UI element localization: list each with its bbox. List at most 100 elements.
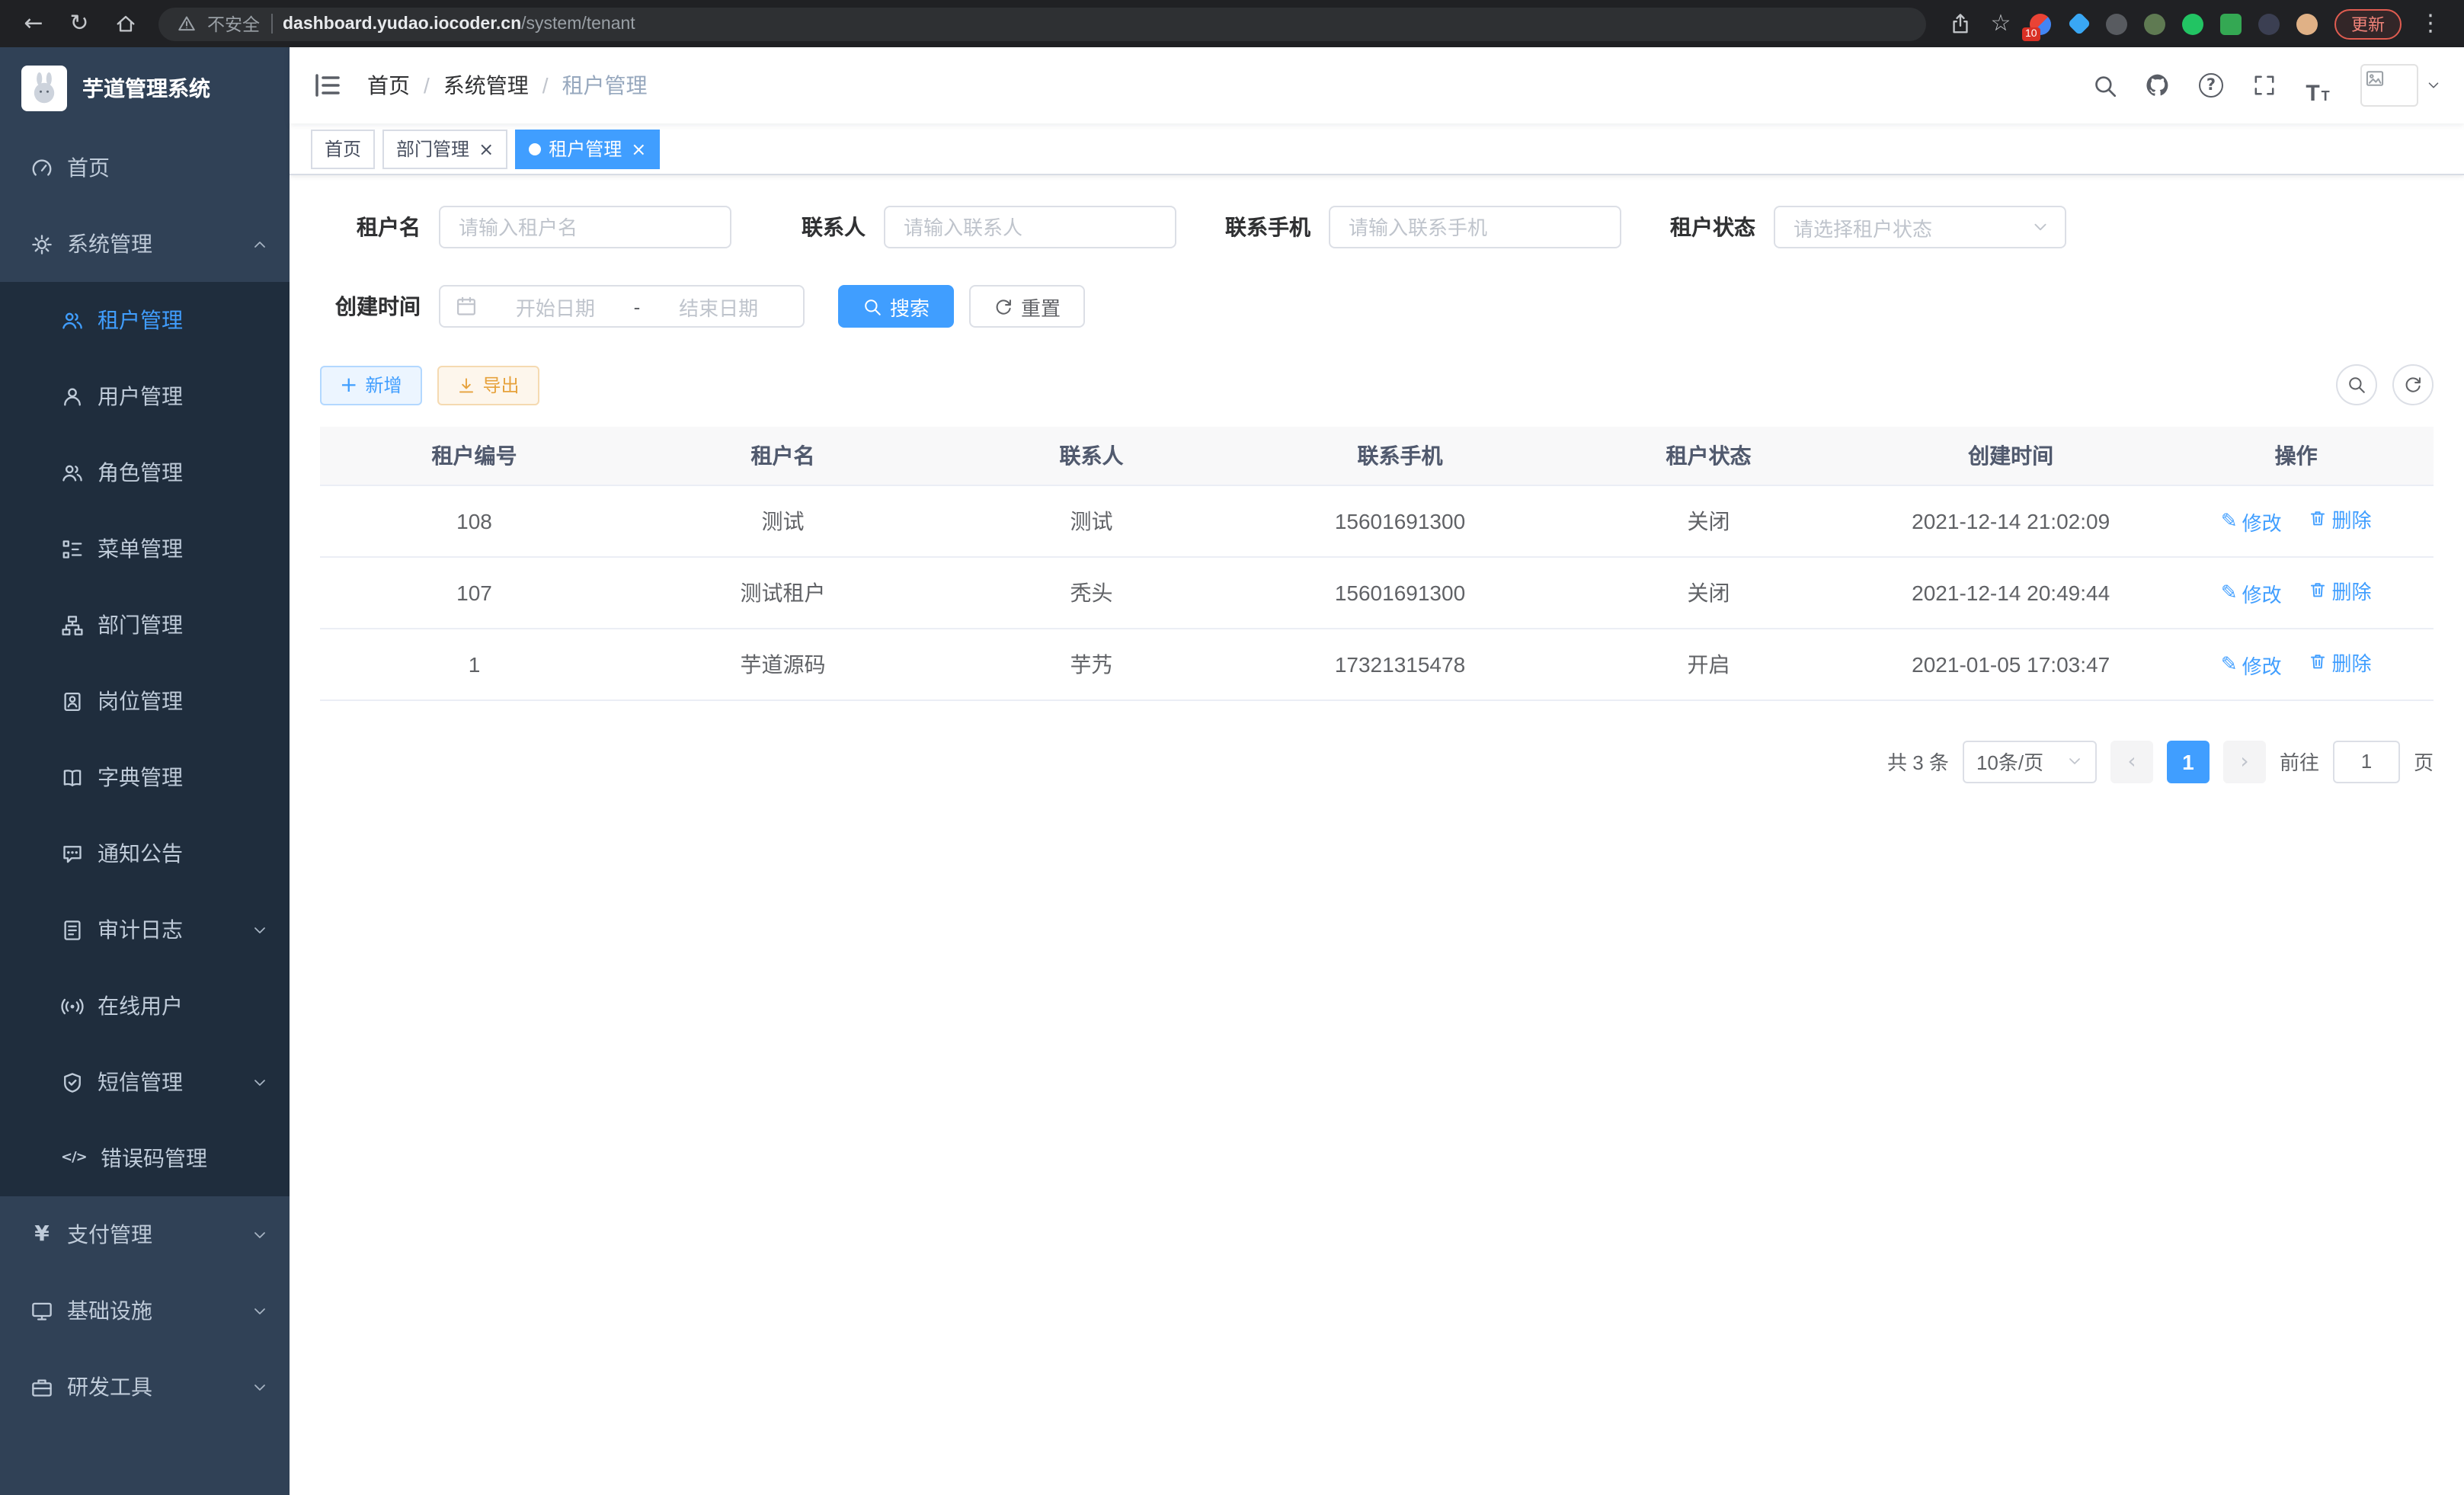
tab-home[interactable]: 首页: [311, 129, 375, 168]
fullscreen-icon[interactable]: [2245, 66, 2284, 105]
row-edit-button[interactable]: ✎修改: [2221, 508, 2282, 537]
sidebar-item-error-code[interactable]: </> 错误码管理: [0, 1120, 290, 1196]
date-range-picker[interactable]: 开始日期 - 结束日期: [439, 285, 805, 328]
profile-avatar-icon[interactable]: [2290, 7, 2324, 40]
extension-icon-3[interactable]: [2100, 7, 2133, 40]
close-icon[interactable]: ×: [631, 139, 646, 158]
sidebar-item-audit-log[interactable]: 审计日志: [0, 892, 290, 968]
refresh-table-button[interactable]: [2392, 364, 2434, 405]
sidebar-item-devtools[interactable]: 研发工具: [0, 1349, 290, 1425]
tenant-name-input[interactable]: [439, 206, 731, 248]
shield-icon: [61, 1071, 84, 1093]
browser-reload-button[interactable]: ↻: [61, 5, 98, 42]
next-page-button[interactable]: ›: [2223, 740, 2266, 783]
row-delete-button[interactable]: 删除: [2309, 504, 2371, 533]
contact-input[interactable]: [884, 206, 1176, 248]
address-bar[interactable]: 不安全 dashboard.yudao.iocoder.cn/system/te…: [158, 7, 1926, 40]
menu-label: 通知公告: [98, 838, 183, 869]
filter-create-time: 创建时间 开始日期 - 结束日期: [320, 285, 805, 328]
browser-menu-kebab-icon[interactable]: ⋮: [2412, 5, 2449, 42]
toggle-search-button[interactable]: [2336, 364, 2377, 405]
github-octocat-icon: [2144, 72, 2171, 99]
export-button[interactable]: 导出: [437, 365, 539, 405]
refresh-icon: [2403, 375, 2423, 395]
app-logo[interactable]: 芋道管理系统: [0, 47, 290, 130]
sidebar-item-notice[interactable]: 通知公告: [0, 815, 290, 892]
app-title: 芋道管理系统: [82, 73, 210, 104]
extension-icon-4[interactable]: [2138, 7, 2171, 40]
tab-dept[interactable]: 部门管理 ×: [382, 129, 507, 168]
bookmark-star-icon[interactable]: ☆: [1982, 5, 2019, 42]
search-icon: [2347, 375, 2366, 395]
extension-icon-2[interactable]: [2062, 7, 2095, 40]
extension-icon-6[interactable]: [2214, 7, 2248, 40]
sidebar-item-menu[interactable]: 菜单管理: [0, 511, 290, 587]
browser-home-button[interactable]: [107, 5, 143, 42]
menu-label: 租户管理: [98, 305, 183, 335]
goto-page-input[interactable]: [2333, 740, 2400, 783]
sidebar-item-system[interactable]: 系统管理: [0, 206, 290, 282]
sidebar-item-tenant[interactable]: 租户管理: [0, 282, 290, 358]
browser-back-button[interactable]: ←: [15, 5, 52, 42]
sidebar-item-dict[interactable]: 字典管理: [0, 739, 290, 815]
cell-contact: 测试: [937, 485, 1246, 556]
font-size-icon[interactable]: TT: [2298, 66, 2338, 105]
prev-page-button[interactable]: ‹: [2110, 740, 2153, 783]
row-delete-button[interactable]: 删除: [2309, 576, 2371, 605]
role-icon: [61, 461, 84, 484]
chevron-down-icon: [2031, 218, 2050, 236]
column-header-phone: 联系手机: [1246, 427, 1554, 485]
sidebar-item-home[interactable]: 首页: [0, 130, 290, 206]
status-select[interactable]: 请选择租户状态: [1774, 206, 2066, 248]
phone-input[interactable]: [1329, 206, 1621, 248]
row-edit-button[interactable]: ✎修改: [2221, 580, 2282, 609]
sidebar-item-infra[interactable]: 基础设施: [0, 1273, 290, 1349]
breadcrumb-home[interactable]: 首页: [367, 70, 410, 101]
add-button-label: 新增: [365, 372, 402, 398]
breadcrumb: 首页 / 系统管理 / 租户管理: [367, 70, 648, 101]
help-docs-icon[interactable]: ?: [2191, 66, 2231, 105]
tab-tenant[interactable]: 租户管理 ×: [515, 129, 660, 168]
github-icon[interactable]: [2138, 66, 2178, 105]
update-button[interactable]: 更新: [2334, 8, 2402, 39]
share-icon[interactable]: [1941, 5, 1978, 42]
cell-id: 107: [320, 556, 629, 628]
reset-button-label: 重置: [1021, 292, 1061, 321]
hamburger-icon: [312, 70, 343, 101]
menu-label: 支付管理: [67, 1219, 152, 1250]
row-edit-button[interactable]: ✎修改: [2221, 651, 2282, 680]
sidebar-item-user[interactable]: 用户管理: [0, 358, 290, 434]
menu-label: 岗位管理: [98, 686, 183, 716]
close-icon[interactable]: ×: [478, 139, 494, 158]
row-delete-button[interactable]: 删除: [2309, 648, 2371, 677]
sidebar-item-dept[interactable]: 部门管理: [0, 587, 290, 663]
menu-label: 首页: [67, 152, 110, 183]
page-size-value: 10条/页: [1976, 747, 2043, 776]
column-header-name: 租户名: [629, 427, 937, 485]
menu-label: 角色管理: [98, 457, 183, 488]
filter-row-2: 创建时间 开始日期 - 结束日期 搜索 重置: [320, 285, 2434, 328]
search-button[interactable]: 搜索: [838, 285, 954, 328]
breadcrumb-system[interactable]: 系统管理: [443, 70, 529, 101]
extension-icon-1[interactable]: 10: [2024, 7, 2057, 40]
page-size-select[interactable]: 10条/页: [1963, 740, 2097, 783]
sidebar-item-role[interactable]: 角色管理: [0, 434, 290, 511]
logo-image: [21, 66, 67, 111]
sidebar-item-sms[interactable]: 短信管理: [0, 1044, 290, 1120]
gear-icon: [30, 232, 53, 255]
add-button[interactable]: + 新增: [320, 365, 422, 405]
header-search-icon[interactable]: [2085, 66, 2124, 105]
update-label: 更新: [2351, 11, 2385, 36]
sidebar-item-online-user[interactable]: 在线用户: [0, 968, 290, 1044]
sidebar-item-pay[interactable]: ¥ 支付管理: [0, 1196, 290, 1273]
page-number-button[interactable]: 1: [2167, 740, 2210, 783]
reset-button[interactable]: 重置: [969, 285, 1085, 328]
user-avatar[interactable]: [2360, 64, 2441, 107]
tenant-table: 租户编号 租户名 联系人 联系手机 租户状态 创建时间 操作 108 测试: [320, 427, 2434, 700]
menu-label: 系统管理: [67, 229, 152, 259]
sidebar-toggle-button[interactable]: [312, 70, 343, 101]
extension-icon-5[interactable]: [2176, 7, 2210, 40]
extension-icon-7[interactable]: [2252, 7, 2286, 40]
sidebar-item-post[interactable]: 岗位管理: [0, 663, 290, 739]
start-date-placeholder: 开始日期: [486, 292, 625, 321]
